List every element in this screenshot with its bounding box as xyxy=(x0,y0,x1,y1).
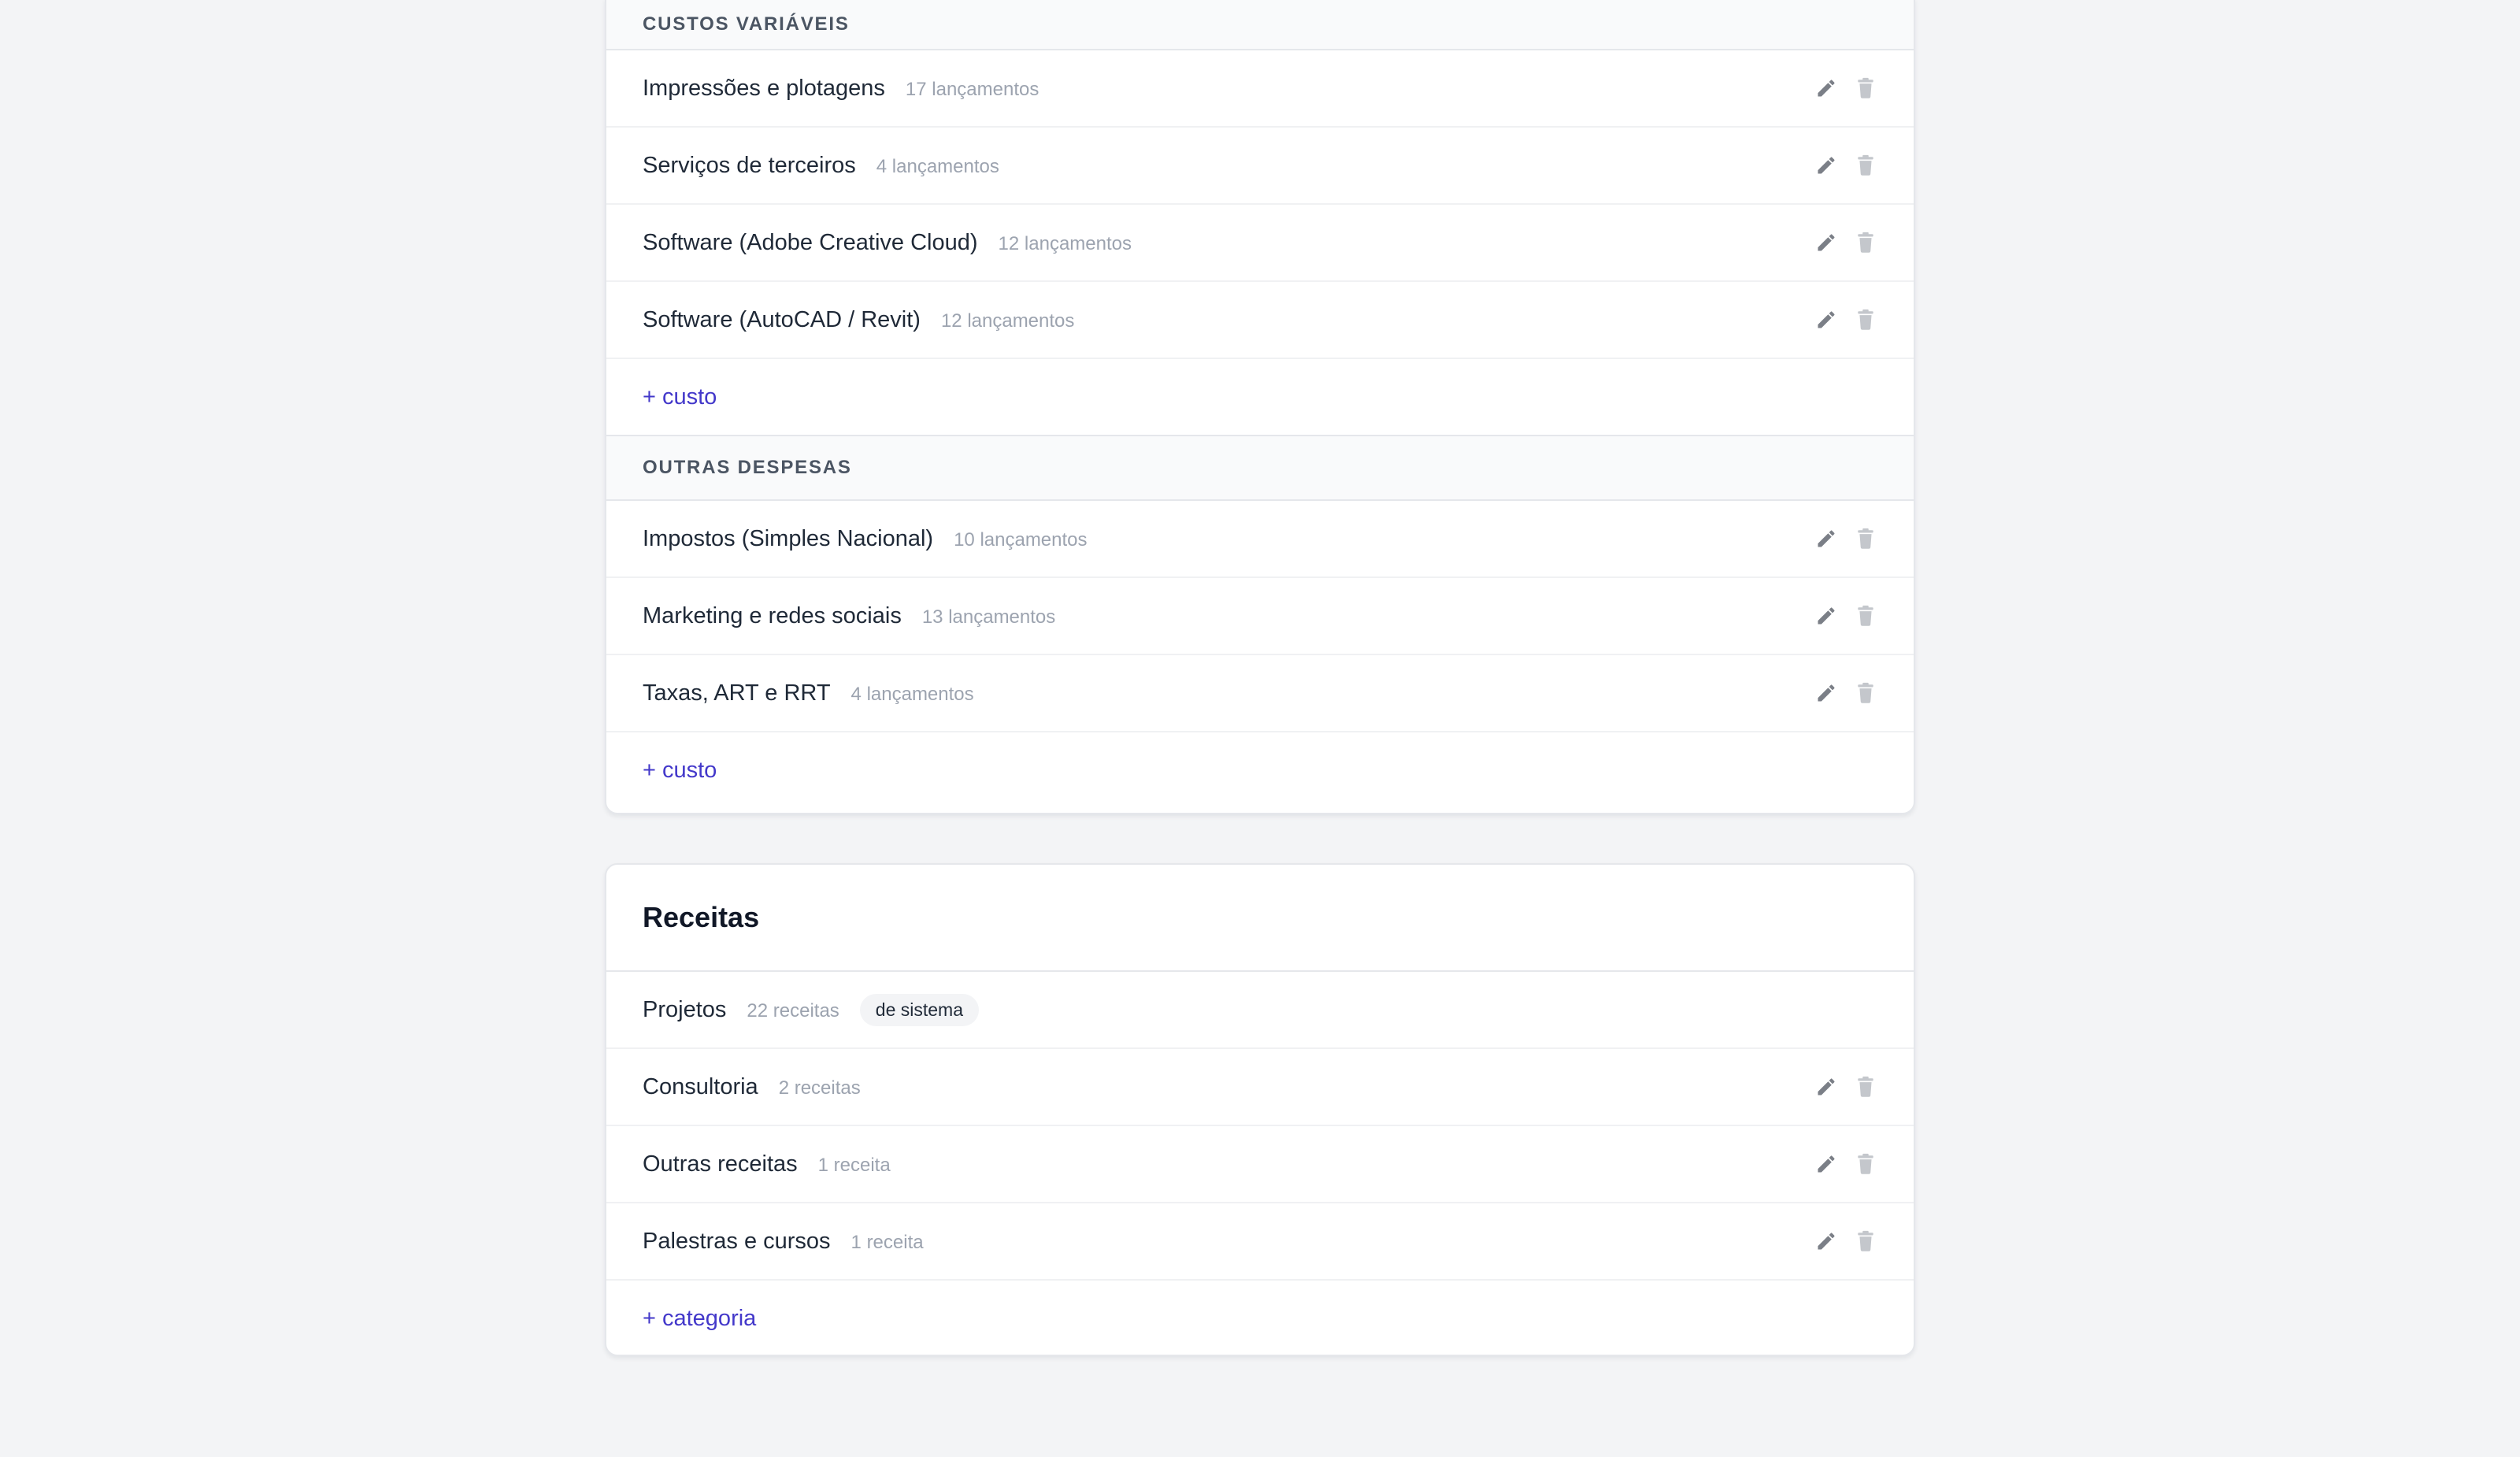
trash-icon[interactable] xyxy=(1854,154,1877,177)
list-item: Impostos (Simples Nacional) 10 lançament… xyxy=(606,501,1914,578)
pencil-icon[interactable] xyxy=(1814,154,1838,177)
list-item: Outras receitas 1 receita xyxy=(606,1126,1914,1203)
row-actions xyxy=(1814,1229,1877,1253)
expense-categories-card: CUSTOS VARIÁVEIS Impressões e plotagens … xyxy=(605,0,1915,814)
category-name: Software (AutoCAD / Revit) xyxy=(643,306,921,332)
list-item: Marketing e redes sociais 13 lançamentos xyxy=(606,578,1914,655)
list-item: Software (AutoCAD / Revit) 12 lançamento… xyxy=(606,282,1914,359)
category-name: Palestras e cursos xyxy=(643,1228,831,1254)
entry-count: 10 lançamentos xyxy=(954,528,1088,551)
pencil-icon[interactable] xyxy=(1814,308,1838,332)
add-category-button[interactable]: + categoria xyxy=(606,1281,1914,1355)
add-cost-button[interactable]: + custo xyxy=(606,732,1914,808)
row-actions xyxy=(1814,231,1877,254)
list-item: Software (Adobe Creative Cloud) 12 lança… xyxy=(606,205,1914,282)
category-name: Taxas, ART e RRT xyxy=(643,680,831,706)
row-actions xyxy=(1814,1152,1877,1176)
list-item: Consultoria 2 receitas xyxy=(606,1049,1914,1126)
category-name: Projetos xyxy=(643,996,727,1022)
pencil-icon[interactable] xyxy=(1814,1075,1838,1099)
entry-count: 13 lançamentos xyxy=(921,606,1056,628)
system-badge: de sistema xyxy=(859,993,980,1026)
trash-icon[interactable] xyxy=(1854,681,1877,705)
pencil-icon[interactable] xyxy=(1814,1229,1838,1253)
trash-icon[interactable] xyxy=(1854,1075,1877,1099)
revenue-count: 1 receita xyxy=(850,1231,924,1253)
row-actions xyxy=(1814,527,1877,551)
section-header-outras-despesas: OUTRAS DESPESAS xyxy=(606,435,1914,501)
category-name: Outras receitas xyxy=(643,1151,798,1177)
category-name: Consultoria xyxy=(643,1073,758,1099)
trash-icon[interactable] xyxy=(1854,527,1877,551)
row-actions xyxy=(1814,154,1877,177)
trash-icon[interactable] xyxy=(1854,1152,1877,1176)
trash-icon[interactable] xyxy=(1854,308,1877,332)
entry-count: 17 lançamentos xyxy=(905,78,1040,100)
row-actions xyxy=(1814,1075,1877,1099)
entry-count: 4 lançamentos xyxy=(876,155,999,177)
list-item: Projetos 22 receitas de sistema xyxy=(606,972,1914,1049)
revenue-count: 22 receitas xyxy=(747,999,839,1021)
card-title-receitas: Receitas xyxy=(606,865,1914,972)
revenue-count: 2 receitas xyxy=(778,1077,861,1099)
category-name: Impostos (Simples Nacional) xyxy=(643,525,934,551)
pencil-icon[interactable] xyxy=(1814,527,1838,551)
trash-icon[interactable] xyxy=(1854,604,1877,628)
entry-count: 12 lançamentos xyxy=(940,310,1075,332)
list-item: Taxas, ART e RRT 4 lançamentos xyxy=(606,655,1914,732)
category-name: Marketing e redes sociais xyxy=(643,602,902,628)
entry-count: 12 lançamentos xyxy=(998,232,1132,254)
pencil-icon[interactable] xyxy=(1814,231,1838,254)
trash-icon[interactable] xyxy=(1854,76,1877,100)
pencil-icon[interactable] xyxy=(1814,604,1838,628)
list-item: Impressões e plotagens 17 lançamentos xyxy=(606,50,1914,128)
entry-count: 4 lançamentos xyxy=(850,683,974,705)
revenue-count: 1 receita xyxy=(817,1154,891,1176)
pencil-icon[interactable] xyxy=(1814,1152,1838,1176)
list-item: Serviços de terceiros 4 lançamentos xyxy=(606,128,1914,205)
row-actions xyxy=(1814,604,1877,628)
pencil-icon[interactable] xyxy=(1814,76,1838,100)
trash-icon[interactable] xyxy=(1854,1229,1877,1253)
category-name: Software (Adobe Creative Cloud) xyxy=(643,229,978,255)
category-name: Serviços de terceiros xyxy=(643,152,856,178)
row-actions xyxy=(1814,308,1877,332)
trash-icon[interactable] xyxy=(1854,231,1877,254)
pencil-icon[interactable] xyxy=(1814,681,1838,705)
section-header-custos-variaveis: CUSTOS VARIÁVEIS xyxy=(606,0,1914,50)
list-item: Palestras e cursos 1 receita xyxy=(606,1203,1914,1281)
row-actions xyxy=(1814,681,1877,705)
add-cost-button[interactable]: + custo xyxy=(606,359,1914,435)
category-name: Impressões e plotagens xyxy=(643,75,885,101)
revenue-categories-card: Receitas Projetos 22 receitas de sistema… xyxy=(605,863,1915,1356)
row-actions xyxy=(1814,76,1877,100)
